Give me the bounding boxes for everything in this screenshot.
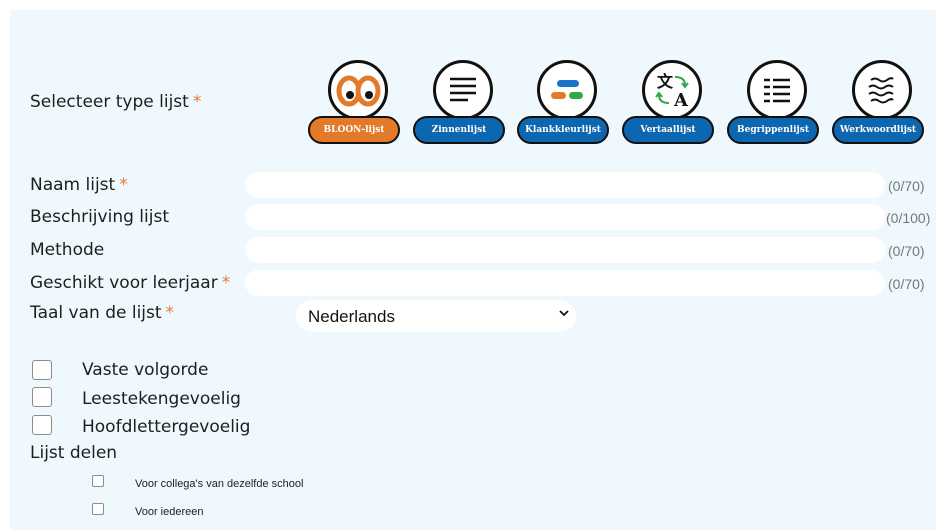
definition-list-icon	[747, 60, 807, 120]
translate-icon: 文 A	[642, 60, 702, 120]
eyes-icon	[328, 60, 388, 120]
type-button-zinnen[interactable]: Zinnenlijst	[413, 116, 505, 144]
methode-input[interactable]	[245, 237, 885, 263]
language-select[interactable]: Nederlands	[296, 300, 576, 332]
beschrijving-counter: (0/100)	[886, 210, 931, 226]
leesteken-checkbox[interactable]	[32, 387, 52, 407]
leerjaar-input[interactable]	[245, 270, 885, 296]
field-label-leerjaar: Geschikt voor leerjaar *	[30, 273, 231, 293]
leerjaar-counter: (0/70)	[888, 276, 925, 292]
type-button-klankkleur[interactable]: Klankkleurlijst	[517, 116, 609, 144]
naam-input[interactable]	[245, 172, 885, 198]
type-button-begrippen[interactable]: Begrippenlijst	[727, 116, 819, 144]
methode-counter: (0/70)	[888, 243, 925, 259]
type-card-klankkleur[interactable]: Klankkleurlijst	[517, 60, 627, 160]
hoofdletter-checkbox[interactable]	[32, 415, 52, 435]
type-card-zinnen[interactable]: Zinnenlijst	[413, 60, 523, 160]
field-label-beschrijving: Beschrijving lijst	[30, 207, 169, 227]
share-everyone-label: Voor iedereen	[135, 506, 204, 518]
type-card-vertaal[interactable]: 文 A Vertaallijst	[622, 60, 732, 160]
type-section-label: Selecteer type lijst *	[30, 92, 202, 112]
vaste-volgorde-label: Vaste volgorde	[82, 360, 209, 380]
share-colleagues-label: Voor collega's van dezelfde school	[135, 478, 304, 490]
type-button-bloon[interactable]: BLOON-lijst	[308, 116, 400, 144]
type-card-begrippen[interactable]: Begrippenlijst	[727, 60, 837, 160]
lines-icon	[433, 60, 493, 120]
type-card-werkwoord[interactable]: Werkwoordlijst	[832, 60, 936, 160]
field-label-naam: Naam lijst *	[30, 175, 128, 195]
field-label-methode: Methode	[30, 240, 105, 260]
beschrijving-input[interactable]	[245, 204, 885, 230]
type-button-vertaal[interactable]: Vertaallijst	[622, 116, 714, 144]
language-label: Taal van de lijst *	[30, 303, 175, 323]
wavy-lines-icon	[852, 60, 912, 120]
share-section-label: Lijst delen	[30, 443, 118, 463]
type-card-bloon[interactable]: BLOON-lijst	[308, 60, 418, 160]
chevron-down-icon	[559, 310, 569, 317]
share-colleagues-checkbox[interactable]	[92, 475, 104, 487]
type-button-werkwoord[interactable]: Werkwoordlijst	[832, 116, 924, 144]
naam-counter: (0/70)	[888, 178, 925, 194]
svg-text:A: A	[673, 90, 689, 111]
leesteken-label: Leestekengevoelig	[82, 389, 241, 409]
hoofdletter-label: Hoofdlettergevoelig	[82, 417, 251, 437]
language-selected-value: Nederlands	[308, 307, 395, 326]
svg-text:文: 文	[657, 72, 674, 91]
vaste-volgorde-checkbox[interactable]	[32, 360, 52, 380]
share-everyone-checkbox[interactable]	[92, 503, 104, 515]
color-bars-icon	[537, 60, 597, 120]
